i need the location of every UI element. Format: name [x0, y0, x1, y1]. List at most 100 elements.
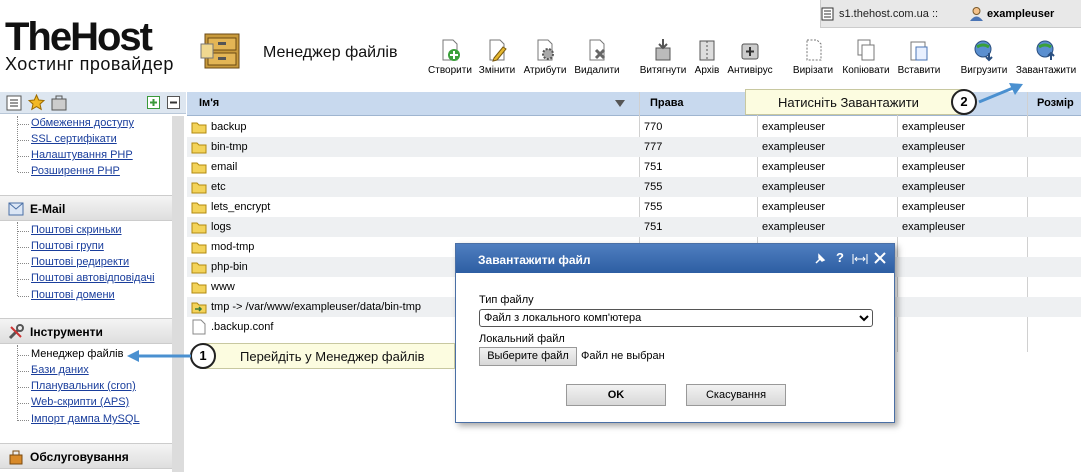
folder-icon — [191, 162, 207, 174]
collapse-all-icon[interactable] — [167, 96, 180, 109]
sidebar-link-mysql-import[interactable]: Імпорт дампа MySQL — [31, 413, 140, 425]
extract-label: Витягнути — [639, 65, 687, 76]
file-name[interactable]: php-bin — [211, 261, 248, 273]
download-icon — [974, 40, 993, 62]
file-name[interactable]: email — [211, 161, 237, 173]
upload-button[interactable]: Завантажити — [1014, 38, 1078, 76]
column-header-rights[interactable]: Права — [650, 97, 683, 109]
download-button[interactable]: Вигрузити — [958, 38, 1010, 76]
folder-icon — [191, 242, 207, 254]
table-row[interactable]: etc 755 exampleuser exampleuser — [187, 177, 1081, 197]
edit-button[interactable]: Змінити — [477, 38, 517, 76]
sidebar-link-access-limits[interactable]: Обмеження доступу — [31, 117, 134, 129]
table-row[interactable]: bin-tmp 777 exampleuser exampleuser — [187, 137, 1081, 157]
file-type-label: Тип файлу — [479, 294, 534, 306]
sidebar-link-mail-domains[interactable]: Поштові домени — [31, 289, 115, 301]
list-view-icon[interactable] — [6, 95, 22, 111]
step-2-badge: 2 — [951, 89, 977, 115]
choose-file-button[interactable]: Выберите файл — [479, 347, 577, 366]
sidebar-link-ssl[interactable]: SSL сертифікати — [31, 133, 117, 145]
ok-button[interactable]: OK — [566, 384, 666, 406]
attributes-button[interactable]: Атрибути — [522, 38, 568, 76]
server-label: s1.thehost.com.ua :: — [839, 8, 939, 20]
pin-icon[interactable] — [814, 253, 826, 265]
callout-upload: Натисніть Завантажити — [745, 89, 963, 115]
close-icon[interactable] — [874, 252, 886, 264]
tree-tick — [18, 371, 29, 372]
copy-button[interactable]: Копіювати — [840, 38, 892, 76]
file-name[interactable]: logs — [211, 221, 231, 233]
copy-label: Копіювати — [842, 65, 890, 76]
create-label: Створити — [428, 65, 472, 76]
attributes-icon — [537, 39, 554, 61]
delete-label: Видалити — [574, 65, 620, 76]
sidebar-group-email[interactable]: E-Mail — [0, 195, 172, 221]
sidebar-link-php-settings[interactable]: Налаштування PHP — [31, 149, 133, 161]
sidebar-link-aps[interactable]: Web-скрипти (APS) — [31, 396, 129, 408]
dialog-title-bar[interactable]: Завантажити файл — [456, 244, 894, 273]
folder-link-icon — [191, 302, 207, 314]
sidebar-link-mailboxes[interactable]: Поштові скриньки — [31, 224, 122, 236]
attributes-label: Атрибути — [523, 65, 567, 76]
table-row[interactable]: email 751 exampleuser exampleuser — [187, 157, 1081, 177]
arrow-2-icon — [978, 83, 1023, 104]
sidebar-link-mail-redirects[interactable]: Поштові редиректи — [31, 256, 129, 268]
user-icon — [970, 7, 983, 21]
logo-subtitle: Хостинг провайдер — [5, 54, 174, 74]
sidebar-link-cron[interactable]: Планувальник (cron) — [31, 380, 136, 392]
tree-tick — [18, 279, 29, 280]
file-name[interactable]: etc — [211, 181, 226, 193]
antivirus-button[interactable]: Антивірус — [725, 38, 775, 76]
page-title: Менеджер файлів — [263, 44, 398, 61]
tree-tick — [18, 387, 29, 388]
briefcase-icon[interactable] — [51, 95, 67, 111]
file-name[interactable]: www — [211, 281, 235, 293]
tree-tick — [18, 231, 29, 232]
sidebar-link-mail-groups[interactable]: Поштові групи — [31, 240, 104, 252]
tree-tick — [18, 124, 29, 125]
file-name[interactable]: lets_encrypt — [211, 201, 270, 213]
file-rights: 755 — [644, 201, 663, 213]
file-icon — [192, 319, 206, 335]
column-header-name[interactable]: Ім'я — [199, 97, 219, 109]
sidebar-group-service[interactable]: Обслуговування — [0, 443, 172, 469]
cancel-button[interactable]: Скасування — [686, 384, 786, 406]
file-name[interactable]: tmp -> /var/www/exampleuser/data/bin-tmp — [211, 301, 421, 313]
resize-icon[interactable] — [852, 253, 868, 265]
file-name[interactable]: backup — [211, 121, 246, 133]
sort-desc-icon[interactable] — [615, 100, 625, 108]
help-icon[interactable]: ? — [836, 250, 844, 265]
file-rights: 755 — [644, 181, 663, 193]
file-name[interactable]: bin-tmp — [211, 141, 248, 153]
file-name[interactable]: .backup.conf — [211, 321, 273, 333]
tree-tick — [18, 247, 29, 248]
folder-icon — [191, 222, 207, 234]
arrow-1-icon — [127, 350, 191, 362]
sidebar-group-tools[interactable]: Інструменти — [0, 318, 172, 344]
sidebar-link-php-ext[interactable]: Розширення PHP — [31, 165, 120, 177]
expand-all-icon[interactable] — [147, 96, 160, 109]
logo[interactable]: TheHost Хостинг провайдер — [5, 17, 174, 75]
folder-icon — [191, 122, 207, 134]
username[interactable]: exampleuser — [987, 8, 1054, 20]
file-name[interactable]: mod-tmp — [211, 241, 254, 253]
table-row[interactable]: lets_encrypt 755 exampleuser exampleuser — [187, 197, 1081, 217]
sidebar-link-file-manager[interactable]: Менеджер файлів — [31, 348, 123, 360]
star-icon[interactable] — [28, 94, 45, 111]
create-button[interactable]: Створити — [427, 38, 473, 76]
sidebar-link-autoresponders[interactable]: Поштові автовідповідачі — [31, 272, 155, 284]
archive-button[interactable]: Архів — [692, 38, 722, 76]
sidebar-link-databases[interactable]: Бази даних — [31, 364, 89, 376]
file-type-select[interactable]: Файл з локального комп'ютера — [479, 309, 873, 327]
extract-button[interactable]: Витягнути — [638, 38, 688, 76]
email-group-icon — [8, 202, 24, 216]
cut-button[interactable]: Вирізати — [790, 38, 836, 76]
table-row[interactable]: backup 770 exampleuser exampleuser — [187, 117, 1081, 137]
delete-button[interactable]: Видалити — [573, 38, 621, 76]
sidebar-scrollbar[interactable] — [172, 116, 184, 472]
upload-icon — [1036, 40, 1055, 60]
paste-button[interactable]: Вставити — [896, 38, 942, 76]
column-header-size[interactable]: Розмір — [1037, 97, 1074, 109]
file-group: exampleuser — [902, 221, 965, 233]
table-row[interactable]: logs 751 exampleuser exampleuser — [187, 217, 1081, 237]
